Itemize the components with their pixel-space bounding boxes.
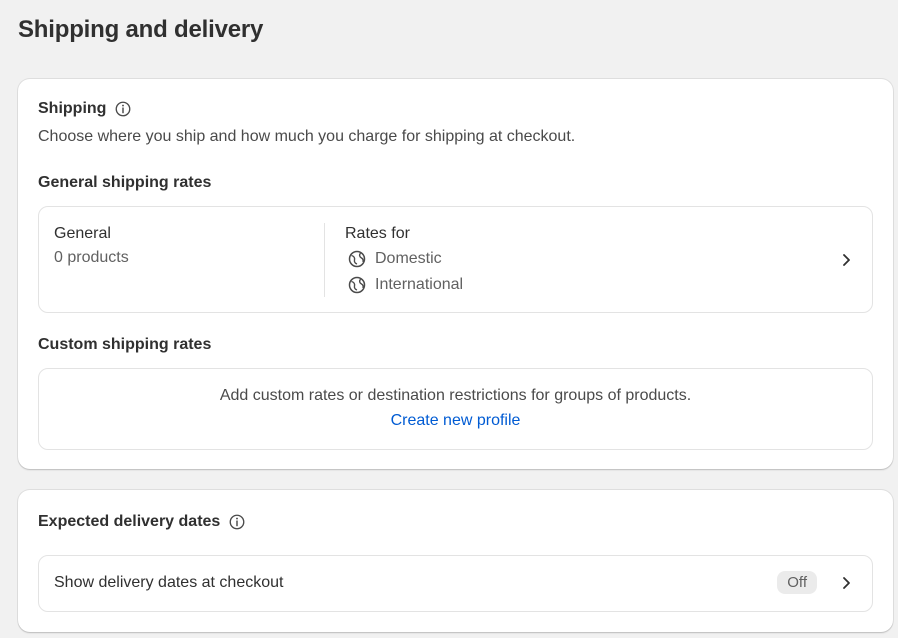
custom-rates-heading: Custom shipping rates [38,336,212,353]
zone-label: Domestic [375,250,442,267]
zone-domestic: Domestic [345,249,463,269]
globe-icon [347,275,367,295]
globe-icon [347,249,367,269]
zone-label: International [375,276,464,293]
delivery-dates-row[interactable]: Show delivery dates at checkout Off [38,555,873,612]
custom-rates-description: Add custom rates or destination restrict… [219,387,692,404]
zone-international: International [345,275,463,295]
profile-product-count: 0 products [54,249,129,266]
profile-name: General [54,225,111,242]
general-profile-row[interactable]: General 0 products Rates for Domestic In… [38,206,873,313]
general-rates-heading: General shipping rates [38,174,212,191]
shipping-description: Choose where you ship and how much you c… [38,128,576,145]
divider [324,223,325,297]
chevron-right-icon[interactable] [838,575,854,591]
general-profile-summary: General 0 products [54,225,129,267]
delivery-heading: Expected delivery dates [38,513,221,530]
delivery-heading-row: Expected delivery dates [38,513,246,531]
page-title: Shipping and delivery [18,16,264,43]
status-badge: Off [777,571,817,594]
rates-for-section: Rates for Domestic International [345,225,463,295]
rates-for-label: Rates for [345,225,410,242]
info-circle-icon[interactable] [228,513,246,531]
delivery-dates-label: Show delivery dates at checkout [54,574,284,591]
delivery-card: Expected delivery dates Show delivery da… [18,490,893,632]
info-circle-icon[interactable] [114,100,132,118]
shipping-heading-row: Shipping [38,100,132,118]
chevron-right-icon[interactable] [838,252,854,268]
shipping-card: Shipping Choose where you ship and how m… [18,79,893,469]
shipping-heading: Shipping [38,100,107,117]
create-new-profile-link[interactable]: Create new profile [39,412,872,430]
custom-rates-box: Add custom rates or destination restrict… [38,368,873,450]
